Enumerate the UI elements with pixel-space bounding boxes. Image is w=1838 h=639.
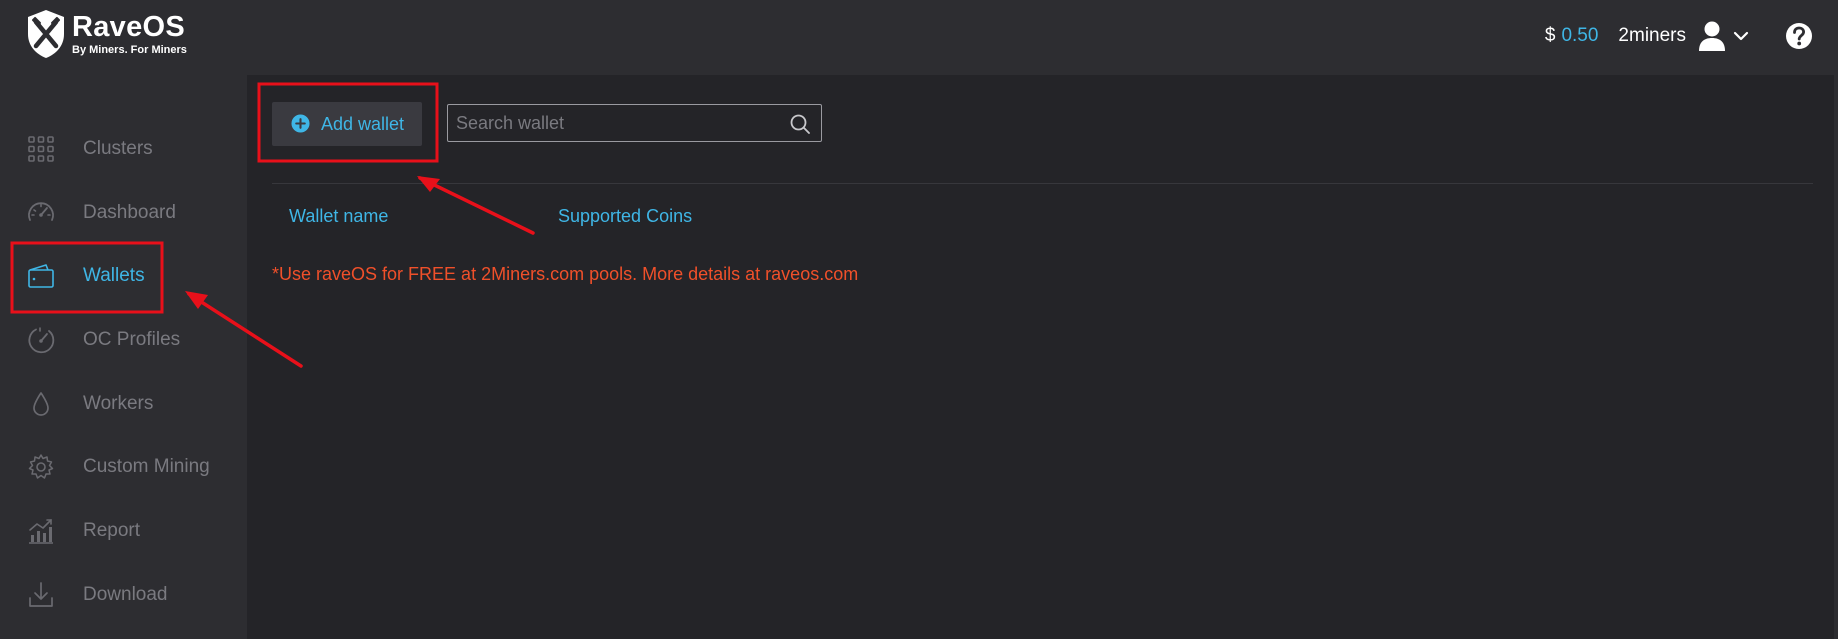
drop-icon — [33, 392, 49, 416]
gear-icon — [28, 454, 54, 479]
sidebar-item-workers[interactable]: Workers — [0, 384, 247, 424]
chevron-down-icon[interactable] — [1732, 27, 1750, 45]
gauge-icon — [28, 327, 55, 354]
search-wallet-box — [447, 104, 822, 142]
balance-amount: 0.50 — [1561, 24, 1599, 46]
download-icon — [29, 582, 53, 607]
sidebar-item-report[interactable]: Report — [0, 511, 247, 551]
currency-symbol: $ — [1544, 24, 1556, 46]
grid-icon — [28, 136, 54, 162]
sidebar-item-label: Report — [83, 520, 141, 541]
wallet-icon — [28, 264, 54, 288]
brand-tagline: By Miners. For Miners — [72, 43, 187, 56]
sidebar-item-label: Clusters — [83, 138, 153, 159]
sidebar-item-download[interactable]: Download — [0, 575, 247, 615]
sidebar: Clusters Dashboard Wallets OC Profiles W… — [0, 75, 247, 639]
column-header-supported-coins[interactable]: Supported Coins — [558, 206, 692, 227]
balance-display: $0.50 — [1545, 25, 1599, 47]
brand-title: RaveOS — [72, 10, 186, 43]
plus-circle-icon — [291, 114, 310, 133]
username[interactable]: 2miners — [1618, 25, 1686, 47]
brand-logo[interactable]: RaveOS By Miners. For Miners — [24, 8, 187, 60]
help-icon[interactable] — [1784, 21, 1814, 51]
search-wallet-input[interactable] — [448, 105, 778, 141]
sidebar-item-label: Dashboard — [83, 202, 176, 223]
sidebar-item-label: Wallets — [83, 265, 145, 286]
sidebar-item-label: OC Profiles — [83, 329, 181, 350]
sidebar-item-dashboard[interactable]: Dashboard — [0, 193, 247, 233]
search-icon[interactable] — [789, 113, 811, 135]
sidebar-item-label: Custom Mining — [83, 456, 210, 477]
user-avatar-icon[interactable] — [1698, 20, 1726, 52]
speedometer-icon — [28, 202, 54, 221]
add-wallet-label: Add wallet — [321, 113, 405, 134]
sidebar-item-custom-mining[interactable]: Custom Mining — [0, 447, 247, 487]
chart-icon — [29, 519, 53, 544]
sidebar-item-label: Download — [83, 584, 168, 605]
sidebar-item-oc-profiles[interactable]: OC Profiles — [0, 320, 247, 360]
scrollbar[interactable] — [1834, 75, 1838, 639]
table-divider — [272, 183, 1813, 184]
top-bar: RaveOS By Miners. For Miners $0.50 2mine… — [0, 0, 1838, 75]
sidebar-item-clusters[interactable]: Clusters — [0, 129, 247, 169]
raveos-logo-icon — [28, 10, 64, 58]
annotation-overlay — [10, 82, 535, 368]
sidebar-item-label: Workers — [83, 393, 154, 414]
arrow-to-add-wallet — [417, 176, 535, 235]
sidebar-item-wallets[interactable]: Wallets — [0, 256, 247, 296]
add-wallet-button[interactable]: Add wallet — [272, 102, 422, 146]
free-usage-notice: *Use raveOS for FREE at 2Miners.com pool… — [272, 264, 859, 284]
column-header-wallet-name[interactable]: Wallet name — [289, 206, 388, 227]
